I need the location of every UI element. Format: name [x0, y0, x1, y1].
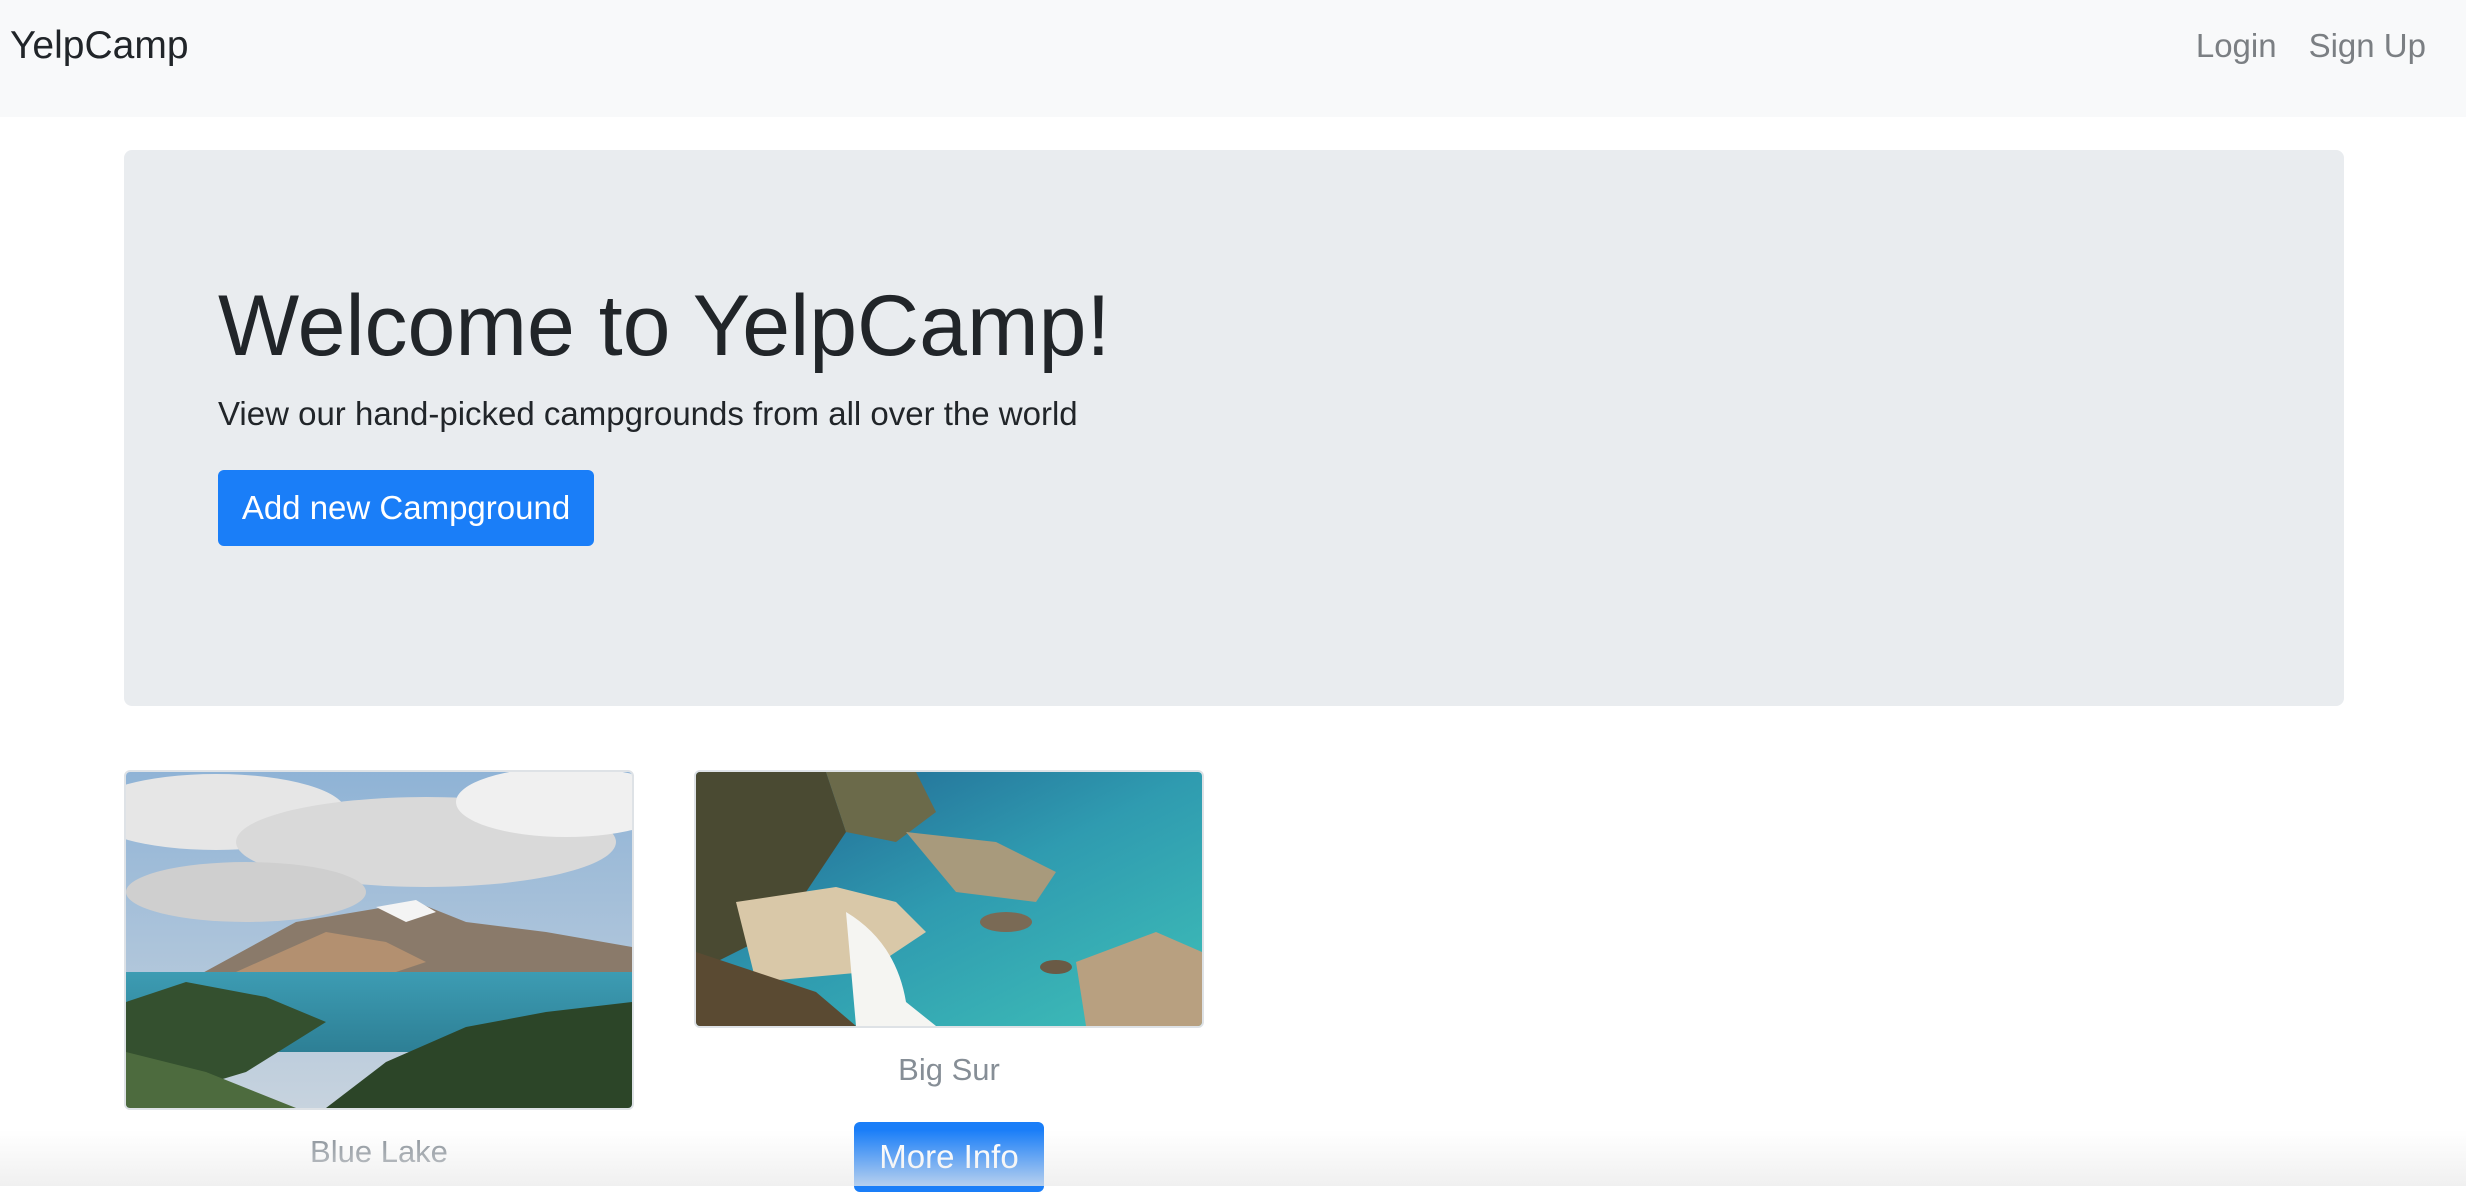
- navbar: YelpCamp Login Sign Up: [0, 0, 2466, 117]
- blue-lake-photo: [126, 772, 632, 1108]
- nav-links: Login Sign Up: [2196, 24, 2426, 68]
- campground-card-blue-lake: Blue Lake: [124, 770, 634, 1172]
- campground-image-big-sur[interactable]: [694, 770, 1204, 1028]
- signup-link[interactable]: Sign Up: [2309, 24, 2426, 68]
- more-info-button[interactable]: More Info: [854, 1122, 1044, 1192]
- campground-name: Big Sur: [898, 1052, 1000, 1087]
- campground-name: Blue Lake: [310, 1134, 448, 1169]
- page-title: Welcome to YelpCamp!: [218, 278, 1111, 374]
- jumbotron: Welcome to YelpCamp! View our hand-picke…: [124, 150, 2344, 706]
- add-campground-button[interactable]: Add new Campground: [218, 470, 594, 546]
- big-sur-photo: [696, 772, 1202, 1026]
- campground-card-big-sur: Big Sur More Info: [694, 770, 1204, 1192]
- brand-link[interactable]: YelpCamp: [10, 22, 189, 70]
- campground-image-blue-lake[interactable]: [124, 770, 634, 1110]
- login-link[interactable]: Login: [2196, 24, 2277, 68]
- page-subtitle: View our hand-picked campgrounds from al…: [218, 395, 1078, 432]
